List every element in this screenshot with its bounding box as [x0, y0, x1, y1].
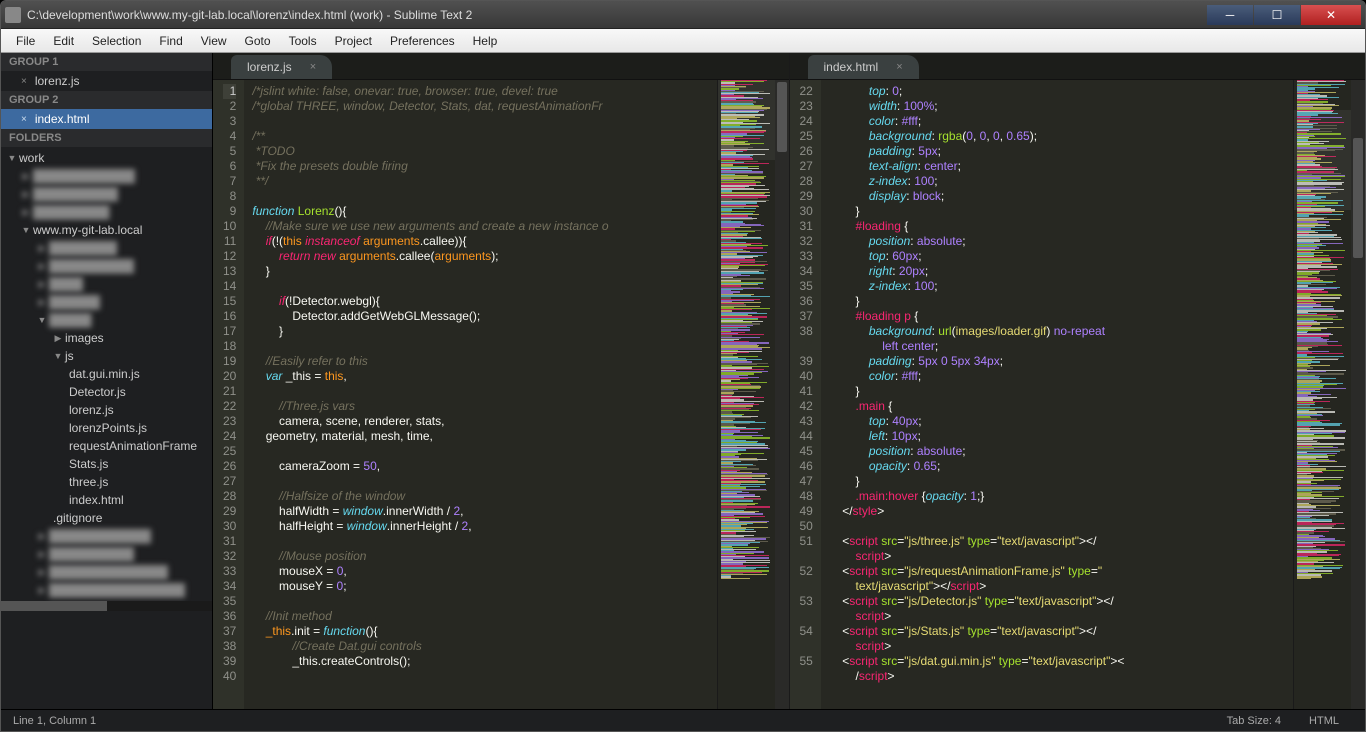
menubar: FileEditSelectionFindViewGotoToolsProjec…: [1, 29, 1365, 53]
folder-item[interactable]: ▶████████: [1, 239, 212, 257]
close-icon[interactable]: ×: [310, 61, 316, 73]
folder-images[interactable]: ▶images: [1, 329, 212, 347]
folder-item[interactable]: ▶██████: [1, 293, 212, 311]
syntax-mode[interactable]: HTML: [1295, 715, 1353, 727]
chevron-down-icon: ▼: [37, 315, 47, 325]
menu-tools[interactable]: Tools: [280, 32, 326, 50]
close-icon[interactable]: ×: [21, 76, 27, 87]
folder-item[interactable]: ▶██████████████: [1, 563, 212, 581]
tab-index-html[interactable]: index.html×: [808, 55, 919, 79]
group2-header: GROUP 2: [1, 91, 212, 109]
right-gutter: 2223242526272829303132333435363738394041…: [790, 80, 821, 709]
chevron-right-icon: ▶: [53, 333, 63, 344]
close-icon[interactable]: ×: [21, 114, 27, 125]
menu-selection[interactable]: Selection: [83, 32, 150, 50]
statusbar: Line 1, Column 1 Tab Size: 4 HTML: [1, 709, 1365, 731]
group1-file[interactable]: ×lorenz.js: [1, 71, 212, 91]
chevron-down-icon: ▼: [53, 351, 63, 361]
group2-file[interactable]: ×index.html: [1, 109, 212, 129]
folder-lorenz[interactable]: ▼█████: [1, 311, 212, 329]
titlebar[interactable]: C:\development\work\www.my-git-lab.local…: [1, 1, 1365, 29]
tab-size[interactable]: Tab Size: 4: [1213, 715, 1295, 727]
sidebar: GROUP 1 ×lorenz.js GROUP 2 ×index.html F…: [1, 53, 213, 709]
folder-item[interactable]: ▶█████████: [1, 203, 212, 221]
editor-split: lorenz.js× 12345678910111213141516171819…: [213, 53, 1365, 709]
menu-edit[interactable]: Edit: [44, 32, 83, 50]
left-minimap[interactable]: [717, 80, 775, 709]
tab-lorenz-js[interactable]: lorenz.js×: [231, 55, 332, 79]
folder-item[interactable]: ▶██████████: [1, 185, 212, 203]
folder-item[interactable]: ▶████████████: [1, 167, 212, 185]
right-code-area[interactable]: 2223242526272829303132333435363738394041…: [790, 80, 1366, 709]
left-code[interactable]: /*jslint white: false, onevar: true, bro…: [244, 80, 716, 709]
left-gutter: 1234567891011121314151617181920212223242…: [213, 80, 244, 709]
close-icon[interactable]: ×: [896, 61, 902, 73]
file-item[interactable]: Stats.js: [1, 455, 212, 473]
file-item[interactable]: Detector.js: [1, 383, 212, 401]
folder-item[interactable]: ▶████████████: [1, 527, 212, 545]
menu-find[interactable]: Find: [150, 32, 191, 50]
window-buttons: ─ ☐ ✕: [1206, 5, 1361, 25]
app-icon: [5, 7, 21, 23]
folder-item[interactable]: ▶██████████: [1, 545, 212, 563]
folder-item[interactable]: ▶██████████: [1, 257, 212, 275]
file-item[interactable]: dat.gui.min.js: [1, 365, 212, 383]
chevron-down-icon: ▼: [21, 225, 31, 235]
menu-preferences[interactable]: Preferences: [381, 32, 464, 50]
file-item[interactable]: index.html: [1, 491, 212, 509]
menu-file[interactable]: File: [7, 32, 44, 50]
right-minimap[interactable]: [1293, 80, 1351, 709]
folder-item[interactable]: ▶████████████████: [1, 581, 212, 599]
folders-header: FOLDERS: [1, 129, 212, 147]
group1-header: GROUP 1: [1, 53, 212, 71]
content-area: GROUP 1 ×lorenz.js GROUP 2 ×index.html F…: [1, 53, 1365, 709]
menu-view[interactable]: View: [192, 32, 236, 50]
chevron-down-icon: ▼: [7, 153, 17, 163]
left-code-area[interactable]: 1234567891011121314151617181920212223242…: [213, 80, 789, 709]
left-scrollbar[interactable]: [775, 80, 789, 709]
left-tabbar: lorenz.js×: [213, 53, 789, 80]
menu-goto[interactable]: Goto: [236, 32, 280, 50]
right-tabbar: index.html×: [790, 53, 1366, 80]
file-item[interactable]: lorenzPoints.js: [1, 419, 212, 437]
right-code[interactable]: top: 0; width: 100%; color: #fff; backgr…: [821, 80, 1293, 709]
close-button[interactable]: ✕: [1301, 5, 1361, 25]
sidebar-h-scrollbar[interactable]: [1, 601, 212, 611]
file-item[interactable]: requestAnimationFrame: [1, 437, 212, 455]
folder-gitlab[interactable]: ▼www.my-git-lab.local: [1, 221, 212, 239]
app-window: C:\development\work\www.my-git-lab.local…: [0, 0, 1366, 732]
file-item[interactable]: lorenz.js: [1, 401, 212, 419]
left-pane: lorenz.js× 12345678910111213141516171819…: [213, 53, 790, 709]
right-scrollbar[interactable]: [1351, 80, 1365, 709]
folder-item[interactable]: ▶████: [1, 275, 212, 293]
folder-tree: ▼work ▶████████████ ▶██████████ ▶███████…: [1, 147, 212, 601]
menu-help[interactable]: Help: [464, 32, 507, 50]
right-pane: index.html× 2223242526272829303132333435…: [790, 53, 1366, 709]
window-title: C:\development\work\www.my-git-lab.local…: [27, 8, 1206, 22]
folder-root[interactable]: ▼work: [1, 149, 212, 167]
file-item[interactable]: three.js: [1, 473, 212, 491]
folder-js[interactable]: ▼js: [1, 347, 212, 365]
minimize-button[interactable]: ─: [1207, 5, 1253, 25]
maximize-button[interactable]: ☐: [1254, 5, 1300, 25]
cursor-position: Line 1, Column 1: [13, 715, 96, 727]
file-gitignore[interactable]: .gitignore: [1, 509, 212, 527]
menu-project[interactable]: Project: [326, 32, 381, 50]
